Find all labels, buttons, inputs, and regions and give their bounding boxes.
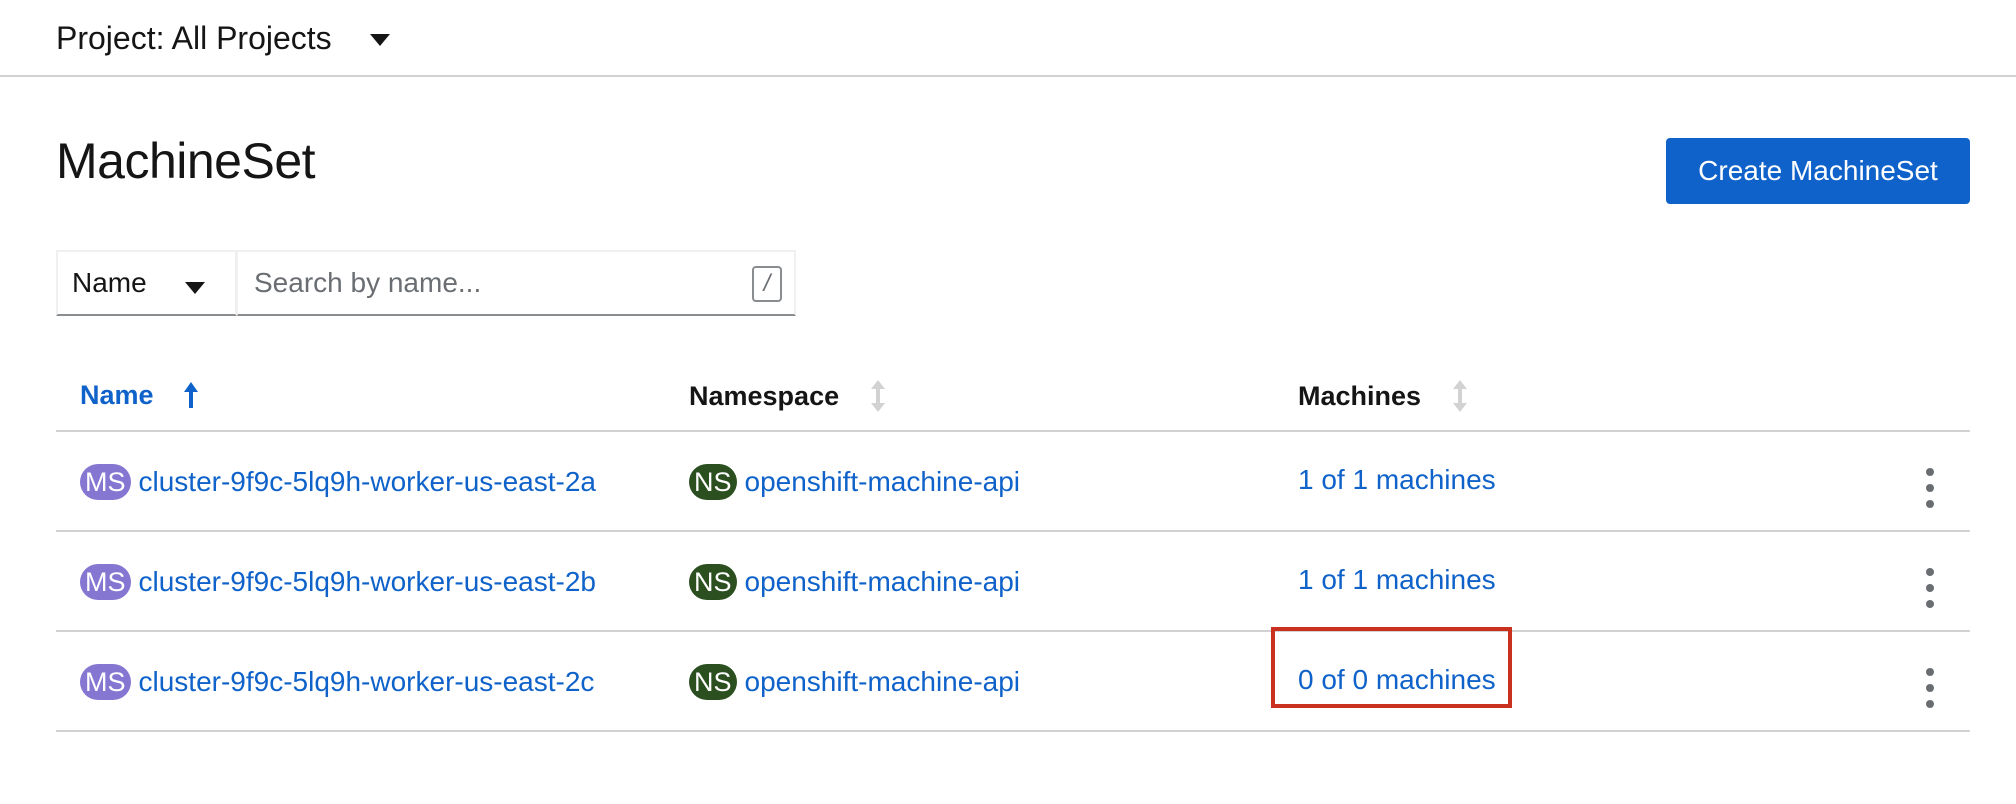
namespace-cell: NS openshift-machine-api [689,664,1020,700]
column-label: Name [80,380,154,410]
machines-link[interactable]: 1 of 1 machines [1298,564,1496,596]
filter-type-label: Name [72,267,147,298]
filter-type-select[interactable]: Name [56,250,237,316]
namespace-cell: NS openshift-machine-api [689,464,1020,500]
kebab-menu-icon[interactable] [1920,668,1940,708]
kebab-menu-icon[interactable] [1920,568,1940,608]
machineset-table: Name Namespace Machines MS cluster-9f9c-… [56,360,1970,732]
machineset-badge: MS [80,464,131,500]
page-title: MachineSet [56,133,316,189]
project-selector[interactable]: Project: All Projects [56,14,390,62]
machines-cell: 1 of 1 machines [1298,464,1496,496]
kebab-menu-icon[interactable] [1920,468,1940,508]
caret-down-icon [185,282,205,294]
machines-cell: 0 of 0 machines [1298,664,1496,696]
caret-down-icon [369,34,390,46]
namespace-link[interactable]: openshift-machine-api [745,666,1021,698]
namespace-link[interactable]: openshift-machine-api [745,466,1021,498]
machineset-link[interactable]: cluster-9f9c-5lq9h-worker-us-east-2a [139,466,597,498]
machineset-badge: MS [80,664,131,700]
namespace-badge: NS [689,564,737,600]
machines-link[interactable]: 1 of 1 machines [1298,464,1496,496]
search-input[interactable] [238,252,794,314]
column-label: Machines [1298,380,1422,411]
namespace-cell: NS openshift-machine-api [689,564,1020,600]
name-cell: MS cluster-9f9c-5lq9h-worker-us-east-2b [80,564,596,600]
search-wrapper: / [237,250,796,316]
namespace-badge: NS [689,464,737,500]
table-row: MS cluster-9f9c-5lq9h-worker-us-east-2b … [56,532,1970,632]
project-bar: Project: All Projects [0,0,2016,77]
machineset-badge: MS [80,564,131,600]
column-header-name[interactable]: Name [80,380,198,411]
machines-cell: 1 of 1 machines [1298,564,1496,596]
column-label: Namespace [689,380,840,411]
sort-icon [1453,380,1468,412]
table-row: MS cluster-9f9c-5lq9h-worker-us-east-2c … [56,632,1970,732]
project-label: Project: All Projects [56,19,332,56]
table-header: Name Namespace Machines [56,360,1970,432]
machineset-link[interactable]: cluster-9f9c-5lq9h-worker-us-east-2c [139,666,595,698]
name-cell: MS cluster-9f9c-5lq9h-worker-us-east-2a [80,464,596,500]
sort-icon [871,380,886,412]
column-header-namespace[interactable]: Namespace [689,380,886,412]
create-machineset-button[interactable]: Create MachineSet [1666,138,1970,204]
keyboard-shortcut-hint: / [752,266,782,302]
namespace-badge: NS [689,664,737,700]
column-header-machines[interactable]: Machines [1298,380,1468,412]
filter-toolbar: Name / [56,250,796,316]
sort-ascending-icon [183,381,198,410]
table-row: MS cluster-9f9c-5lq9h-worker-us-east-2a … [56,432,1970,532]
namespace-link[interactable]: openshift-machine-api [745,566,1021,598]
name-cell: MS cluster-9f9c-5lq9h-worker-us-east-2c [80,664,594,700]
machines-link[interactable]: 0 of 0 machines [1298,664,1496,696]
machineset-link[interactable]: cluster-9f9c-5lq9h-worker-us-east-2b [139,566,597,598]
